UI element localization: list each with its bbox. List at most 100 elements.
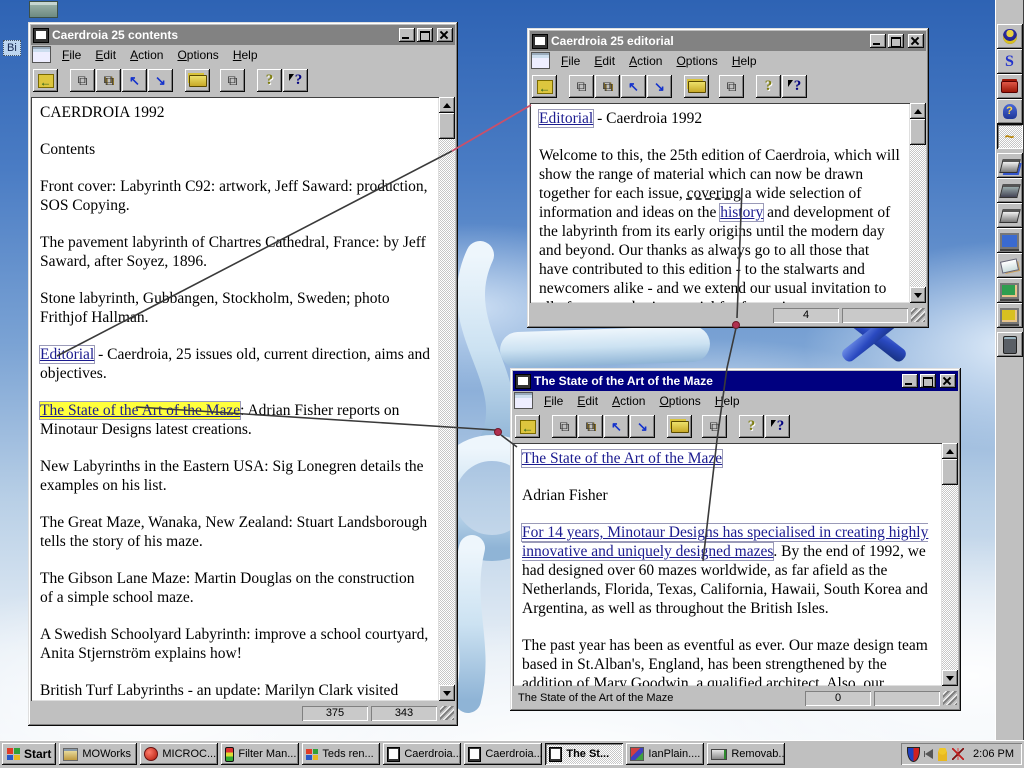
link-jump-forward-button[interactable]: ↘ [148, 69, 173, 92]
helper-person-icon[interactable]: ? [996, 99, 1023, 124]
maximize-button[interactable] [417, 28, 433, 42]
taskbar-button-caerdroia-[interactable]: Caerdroia... [383, 743, 462, 765]
taskbar-button-the-st-[interactable]: The St... [545, 743, 624, 765]
document-menu-icon[interactable] [32, 46, 51, 63]
minimize-button[interactable] [399, 28, 415, 42]
titlebar[interactable]: The State of the Art of the Maze [513, 371, 958, 391]
context-help-button[interactable]: ? [782, 75, 807, 98]
document-menu-icon[interactable] [531, 52, 550, 69]
scroll-up-button[interactable] [910, 103, 926, 119]
taskbar-button-moworks[interactable]: MOWorks [59, 743, 138, 765]
card-hand-icon[interactable] [996, 253, 1023, 278]
scroll-track[interactable] [910, 119, 926, 287]
back-exit-button[interactable]: ← [33, 69, 58, 92]
menu-edit[interactable]: Edit [88, 47, 123, 63]
replace-document-button[interactable]: ⧉ [578, 415, 603, 438]
scroll-down-button[interactable] [910, 287, 926, 303]
taskbar-button-removab-[interactable]: Removab... [707, 743, 786, 765]
link-jump-forward-button[interactable]: ↘ [630, 415, 655, 438]
menu-action[interactable]: Action [622, 53, 669, 69]
monitor-yellow-icon[interactable] [996, 303, 1023, 328]
menu-options[interactable]: Options [669, 53, 724, 69]
scroll-down-button[interactable] [942, 670, 958, 686]
monitor-blue-icon[interactable] [996, 228, 1023, 253]
help-button[interactable]: ? [739, 415, 764, 438]
replace-document-button[interactable]: ⧉ [96, 69, 121, 92]
scroll-up-button[interactable] [439, 97, 455, 113]
help-button[interactable]: ? [756, 75, 781, 98]
scroll-up-button[interactable] [942, 443, 958, 459]
copy-pages-button[interactable]: ⧉ [702, 415, 727, 438]
minimize-button[interactable] [870, 34, 886, 48]
menu-file[interactable]: File [55, 47, 88, 63]
close-button[interactable] [908, 34, 924, 48]
taskbar-button-teds-ren-[interactable]: Teds ren... [302, 743, 381, 765]
menu-help[interactable]: Help [226, 47, 265, 63]
open-folder-button[interactable] [185, 69, 210, 92]
monitor-green-icon[interactable] [996, 278, 1023, 303]
menu-action[interactable]: Action [605, 393, 652, 409]
copy-document-button[interactable]: ⧉ [552, 415, 577, 438]
link-jump-back-button[interactable]: ↖ [604, 415, 629, 438]
spring-icon[interactable]: S [996, 49, 1023, 74]
menu-options[interactable]: Options [170, 47, 225, 63]
minimize-button[interactable] [902, 374, 918, 388]
start-button[interactable]: Start [2, 743, 57, 765]
hyperlink[interactable]: Editorial [539, 110, 593, 127]
menu-file[interactable]: File [554, 53, 587, 69]
copy-document-button[interactable]: ⧉ [569, 75, 594, 98]
taskbar-button-filter-man-[interactable]: Filter Man... [221, 743, 300, 765]
open-folder-button[interactable] [684, 75, 709, 98]
copy-document-button[interactable]: ⧉ [70, 69, 95, 92]
menu-action[interactable]: Action [123, 47, 170, 63]
back-exit-button[interactable]: ← [532, 75, 557, 98]
taskbar-button-microc-[interactable]: MICROC... [140, 743, 219, 765]
laptop-save-icon[interactable] [996, 203, 1023, 228]
resize-grip[interactable] [440, 706, 454, 720]
context-help-button[interactable]: ? [765, 415, 790, 438]
scroll-down-button[interactable] [439, 685, 455, 701]
menu-options[interactable]: Options [652, 393, 707, 409]
clock[interactable]: 2:06 PM [969, 748, 1014, 760]
back-exit-button[interactable]: ← [515, 415, 540, 438]
open-folder-button[interactable] [667, 415, 692, 438]
hyperlink[interactable]: The State of the Art of the Maze [522, 450, 722, 467]
vertical-scrollbar[interactable] [910, 103, 926, 303]
laptop-disk-icon[interactable] [996, 153, 1023, 178]
hyperlink[interactable]: Editorial [40, 346, 94, 363]
menu-help[interactable]: Help [708, 393, 747, 409]
close-button[interactable] [437, 28, 453, 42]
help-button[interactable]: ? [257, 69, 282, 92]
vertical-scrollbar[interactable] [439, 97, 455, 701]
context-help-button[interactable]: ? [283, 69, 308, 92]
laptop-icon[interactable] [996, 178, 1023, 203]
scroll-thumb[interactable] [942, 459, 958, 485]
scroll-thumb[interactable] [439, 113, 455, 139]
hyperlink[interactable]: history [720, 204, 763, 221]
bug-icon[interactable] [996, 24, 1023, 49]
pda-icon[interactable] [996, 332, 1023, 357]
link-jump-back-button[interactable]: ↖ [122, 69, 147, 92]
copy-pages-button[interactable]: ⧉ [719, 75, 744, 98]
menu-file[interactable]: File [537, 393, 570, 409]
menu-edit[interactable]: Edit [570, 393, 605, 409]
scheduler-pinwheel-icon[interactable] [952, 748, 965, 760]
vertical-scrollbar[interactable] [942, 443, 958, 686]
link-jump-back-button[interactable]: ↖ [621, 75, 646, 98]
resize-grip[interactable] [911, 308, 925, 322]
cable-icon[interactable]: ~ [996, 124, 1023, 149]
titlebar[interactable]: Caerdroia 25 contents [31, 25, 455, 45]
close-button[interactable] [940, 374, 956, 388]
desktop-icon-label[interactable]: Bi [3, 40, 21, 56]
scroll-thumb[interactable] [910, 119, 926, 145]
scroll-track[interactable] [439, 113, 455, 685]
maximize-button[interactable] [920, 374, 936, 388]
copy-pages-button[interactable]: ⧉ [220, 69, 245, 92]
hyperlink[interactable]: The State of the Art of the Maze [40, 402, 241, 419]
taskbar-button-ianplain-[interactable]: IanPlain.... [626, 743, 705, 765]
maximize-button[interactable] [888, 34, 904, 48]
replace-document-button[interactable]: ⧉ [595, 75, 620, 98]
agent-icon[interactable] [938, 747, 948, 761]
toolbox-icon[interactable] [996, 74, 1023, 99]
menu-help[interactable]: Help [725, 53, 764, 69]
